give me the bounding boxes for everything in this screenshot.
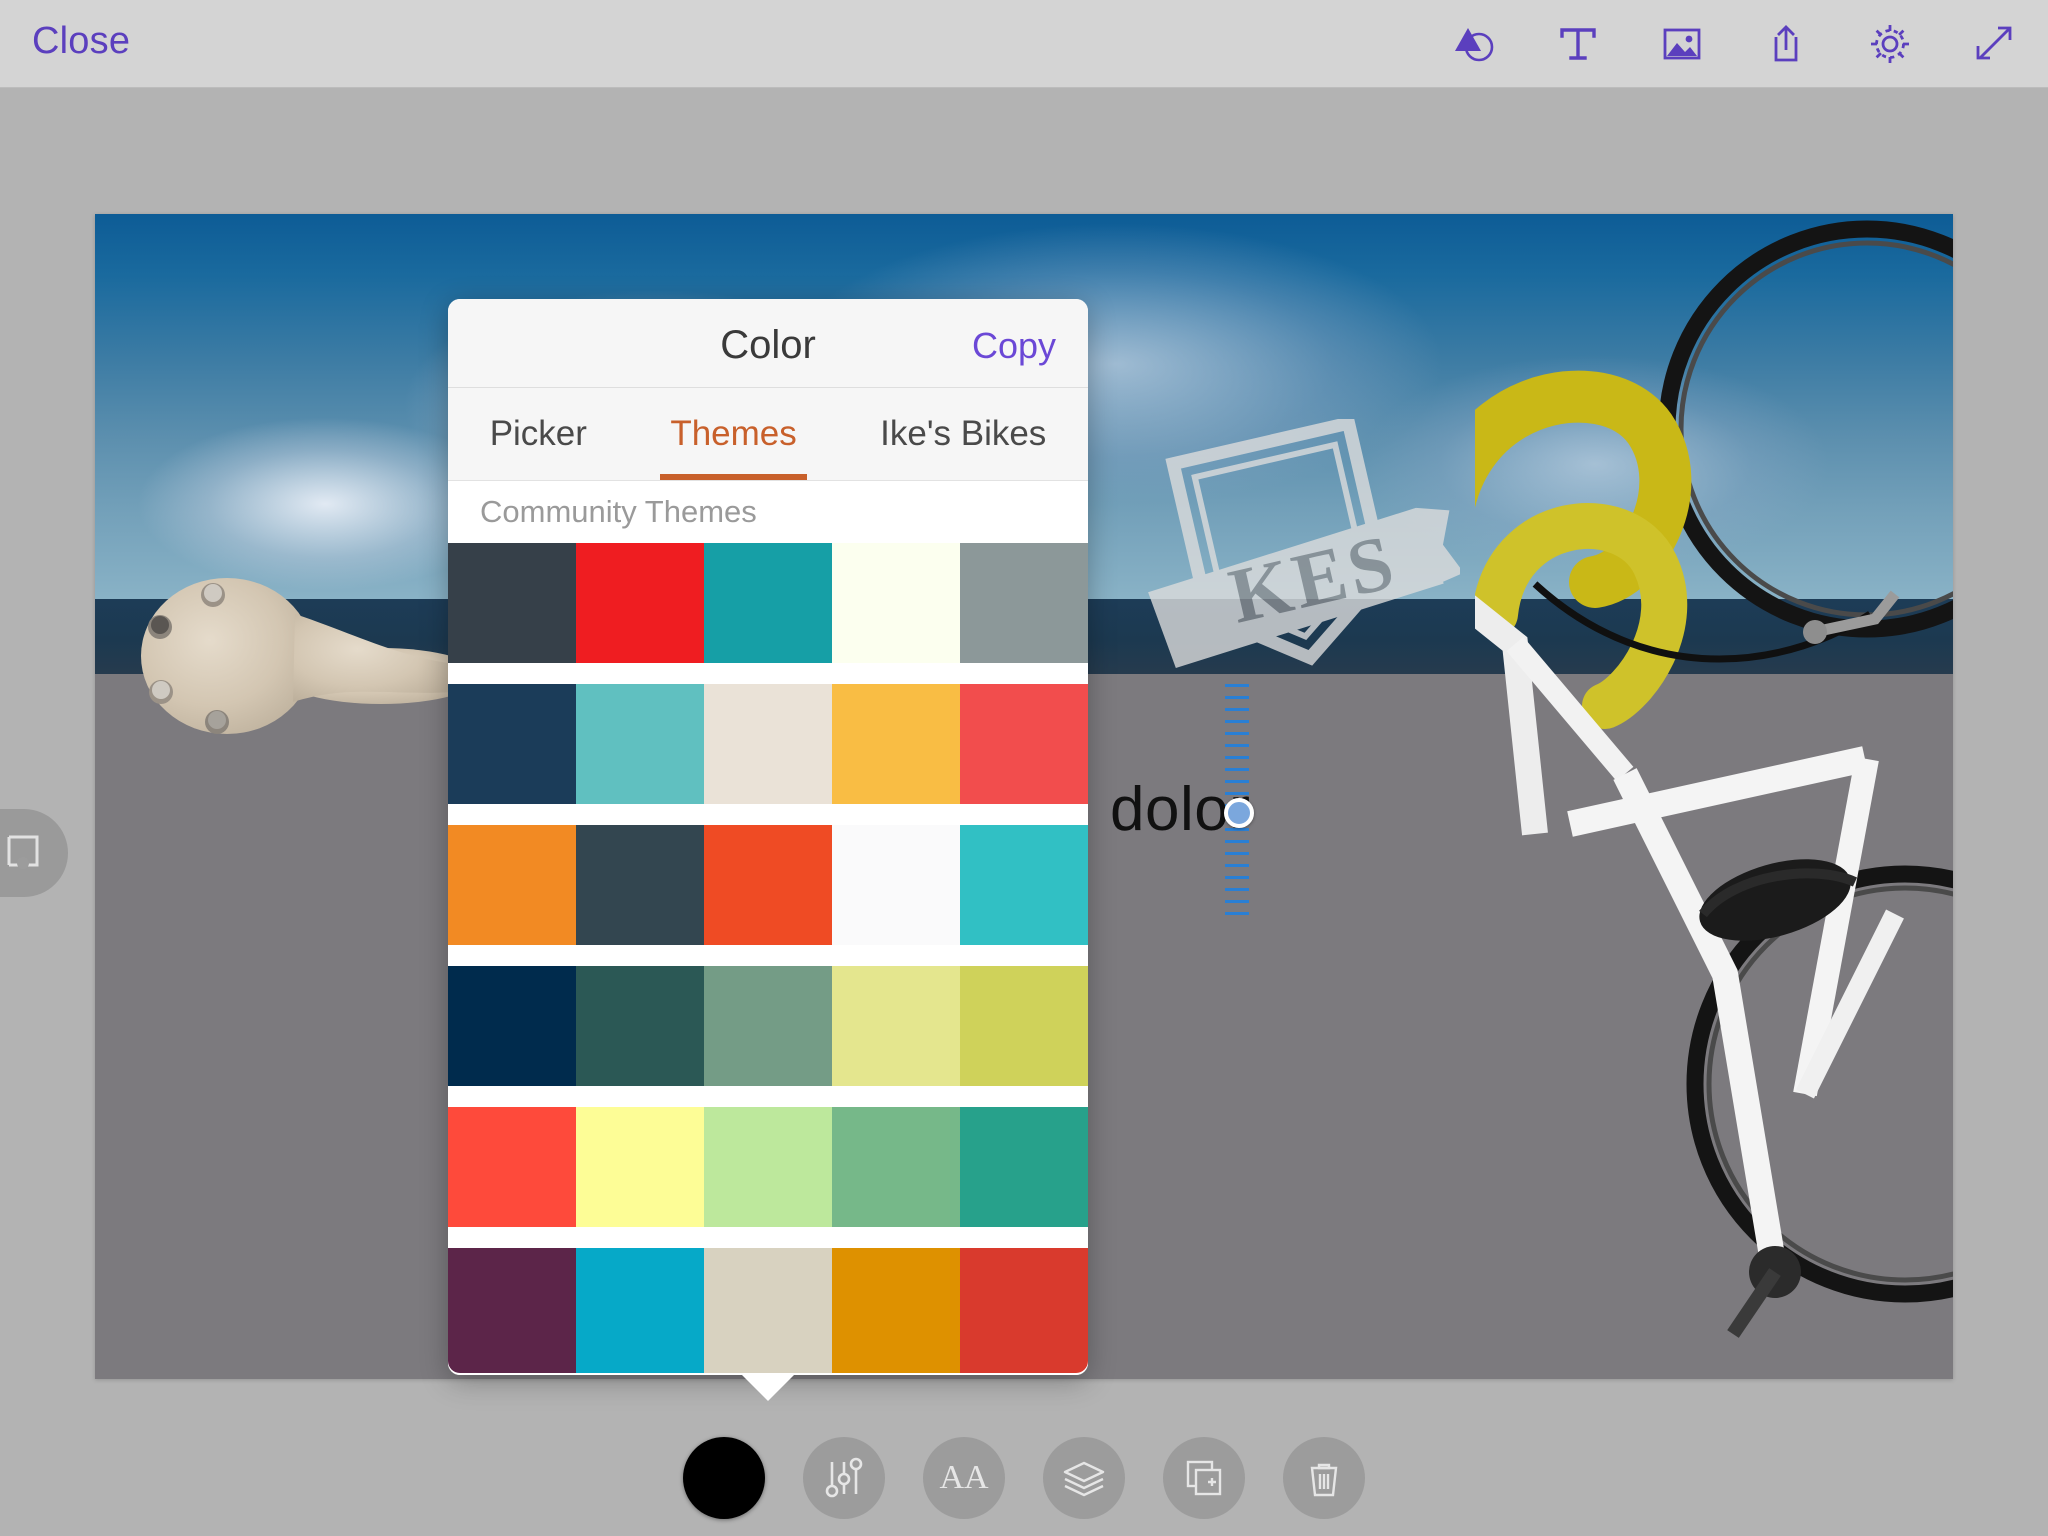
theme-swatch[interactable] — [960, 684, 1088, 804]
text-style-label: AA — [939, 1461, 988, 1495]
shapes-icon[interactable] — [1448, 18, 1500, 70]
theme-swatch[interactable] — [448, 966, 576, 1086]
top-toolbar: Close — [0, 0, 2048, 88]
theme-swatch[interactable] — [832, 966, 960, 1086]
theme-row[interactable] — [448, 825, 1088, 945]
theme-swatch[interactable] — [704, 543, 832, 663]
theme-swatch[interactable] — [448, 684, 576, 804]
theme-swatch[interactable] — [576, 1107, 704, 1227]
theme-row[interactable] — [448, 1248, 1088, 1373]
theme-swatch[interactable] — [448, 1248, 576, 1373]
community-themes-header: Community Themes — [448, 481, 1088, 543]
theme-swatch[interactable] — [704, 825, 832, 945]
bicycle-photo — [1475, 214, 1953, 1379]
theme-swatch[interactable] — [832, 684, 960, 804]
close-button[interactable]: Close — [32, 20, 130, 63]
tab-picker[interactable]: Picker — [480, 388, 597, 480]
popover-tabs: Picker Themes Ike's Bikes — [448, 388, 1088, 481]
theme-row[interactable] — [448, 1107, 1088, 1227]
expand-icon[interactable] — [1968, 18, 2020, 70]
popover-arrow — [740, 1373, 796, 1401]
theme-swatch[interactable] — [704, 684, 832, 804]
theme-row[interactable] — [448, 966, 1088, 1086]
copy-button[interactable]: Copy — [972, 325, 1056, 367]
delete-button[interactable] — [1283, 1437, 1365, 1519]
text-style-button[interactable]: AA — [923, 1437, 1005, 1519]
theme-swatch[interactable] — [704, 1248, 832, 1373]
theme-swatch[interactable] — [832, 1248, 960, 1373]
layers-button[interactable] — [1043, 1437, 1125, 1519]
editor-stage[interactable]: KES — [0, 89, 2048, 1536]
saddle-photo — [135, 564, 455, 754]
tab-themes[interactable]: Themes — [660, 388, 806, 480]
theme-swatch[interactable] — [832, 543, 960, 663]
theme-swatch[interactable] — [704, 966, 832, 1086]
theme-swatch[interactable] — [576, 1248, 704, 1373]
text-icon[interactable] — [1552, 18, 1604, 70]
top-toolbar-icon-group — [1448, 0, 2020, 88]
theme-swatch[interactable] — [960, 1107, 1088, 1227]
theme-row[interactable] — [448, 684, 1088, 804]
image-icon[interactable] — [1656, 18, 1708, 70]
theme-swatch-list[interactable] — [448, 543, 1088, 1375]
theme-swatch[interactable] — [960, 543, 1088, 663]
adjust-sliders-button[interactable] — [803, 1437, 885, 1519]
theme-swatch[interactable] — [576, 825, 704, 945]
panel-toggle-tab[interactable] — [0, 809, 68, 897]
theme-swatch[interactable] — [960, 825, 1088, 945]
theme-swatch[interactable] — [448, 543, 576, 663]
settings-gear-icon[interactable] — [1864, 18, 1916, 70]
theme-swatch[interactable] — [448, 825, 576, 945]
theme-swatch[interactable] — [576, 966, 704, 1086]
popover-header: Color Copy — [448, 299, 1088, 388]
share-icon[interactable] — [1760, 18, 1812, 70]
theme-swatch[interactable] — [448, 1107, 576, 1227]
theme-swatch[interactable] — [576, 684, 704, 804]
color-popover[interactable]: Color Copy Picker Themes Ike's Bikes Com… — [448, 299, 1088, 1375]
theme-swatch[interactable] — [960, 1248, 1088, 1373]
color-swatch-button[interactable] — [683, 1437, 765, 1519]
theme-swatch[interactable] — [960, 966, 1088, 1086]
tab-ikes-bikes[interactable]: Ike's Bikes — [870, 388, 1056, 480]
theme-row[interactable] — [448, 543, 1088, 663]
badge-text: KES — [1222, 517, 1405, 640]
slider-thumb[interactable] — [1224, 798, 1254, 828]
theme-swatch[interactable] — [704, 1107, 832, 1227]
theme-swatch[interactable] — [832, 1107, 960, 1227]
duplicate-button[interactable] — [1163, 1437, 1245, 1519]
theme-swatch[interactable] — [832, 825, 960, 945]
crop-frame-icon — [1, 829, 45, 878]
bottom-toolbar: AA — [0, 1420, 2048, 1536]
bikes-badge-logo: KES — [1130, 419, 1460, 719]
theme-swatch[interactable] — [576, 543, 704, 663]
